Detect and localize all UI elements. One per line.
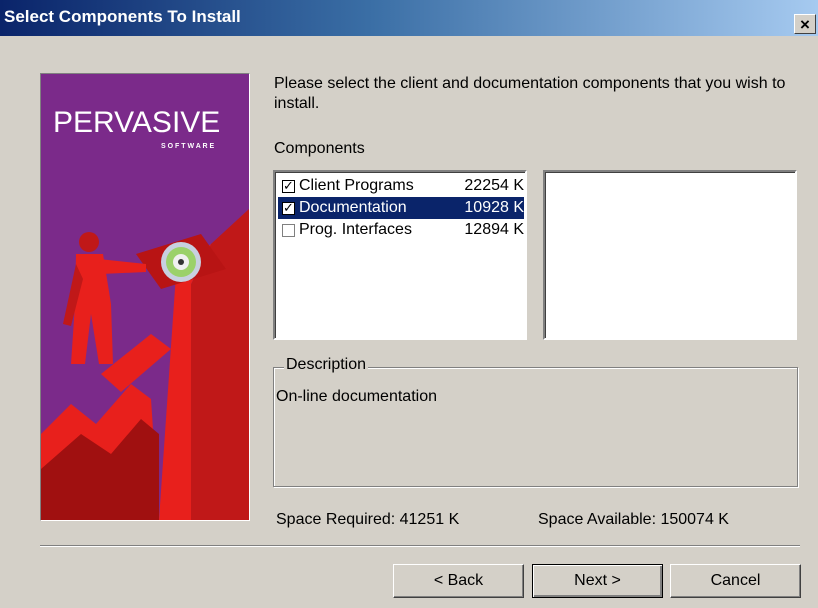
separator [40, 545, 800, 547]
next-button[interactable]: Next > [532, 564, 663, 598]
title-bar: Select Components To Install × [0, 0, 818, 36]
space-available: Space Available: 150074 K [538, 511, 729, 528]
component-size: 10928 K [464, 199, 524, 216]
pervasive-banner-image: PERVASIVE S O F T W A R E [40, 73, 250, 521]
component-name: Documentation [299, 199, 407, 216]
pervasive-logo: PERVASIVE [53, 106, 220, 139]
components-listbox[interactable]: ✓ Client Programs 22254 K ✓ Documentatio… [273, 170, 527, 340]
description-text: On-line documentation [276, 388, 437, 405]
pervasive-logo-subtext: S O F T W A R E [161, 143, 214, 150]
components-label: Components [274, 140, 365, 157]
component-item-documentation[interactable]: ✓ Documentation 10928 K [278, 197, 524, 219]
component-item-prog-interfaces[interactable]: Prog. Interfaces 12894 K [278, 219, 524, 241]
window-title: Select Components To Install [4, 7, 241, 26]
description-label: Description [284, 356, 369, 374]
component-name: Prog. Interfaces [299, 221, 412, 238]
checkbox-client-programs[interactable]: ✓ [282, 179, 295, 193]
close-icon: × [800, 15, 810, 34]
close-button[interactable]: × [794, 14, 816, 34]
component-name: Client Programs [299, 177, 414, 194]
cancel-button[interactable]: Cancel [670, 564, 801, 598]
banner-artwork: PERVASIVE S O F T W A R E [41, 74, 249, 520]
description-group: Description On-line documentation [273, 356, 798, 487]
checkbox-prog-interfaces[interactable] [282, 223, 295, 237]
subcomponents-listbox[interactable] [543, 170, 797, 340]
component-size: 22254 K [464, 177, 524, 194]
checkbox-documentation[interactable]: ✓ [282, 201, 295, 215]
instruction-text: Please select the client and documentati… [274, 75, 786, 112]
component-item-client-programs[interactable]: ✓ Client Programs 22254 K [278, 175, 524, 197]
component-size: 12894 K [464, 221, 524, 238]
back-button[interactable]: < Back [393, 564, 524, 598]
space-required: Space Required: 41251 K [276, 511, 460, 528]
